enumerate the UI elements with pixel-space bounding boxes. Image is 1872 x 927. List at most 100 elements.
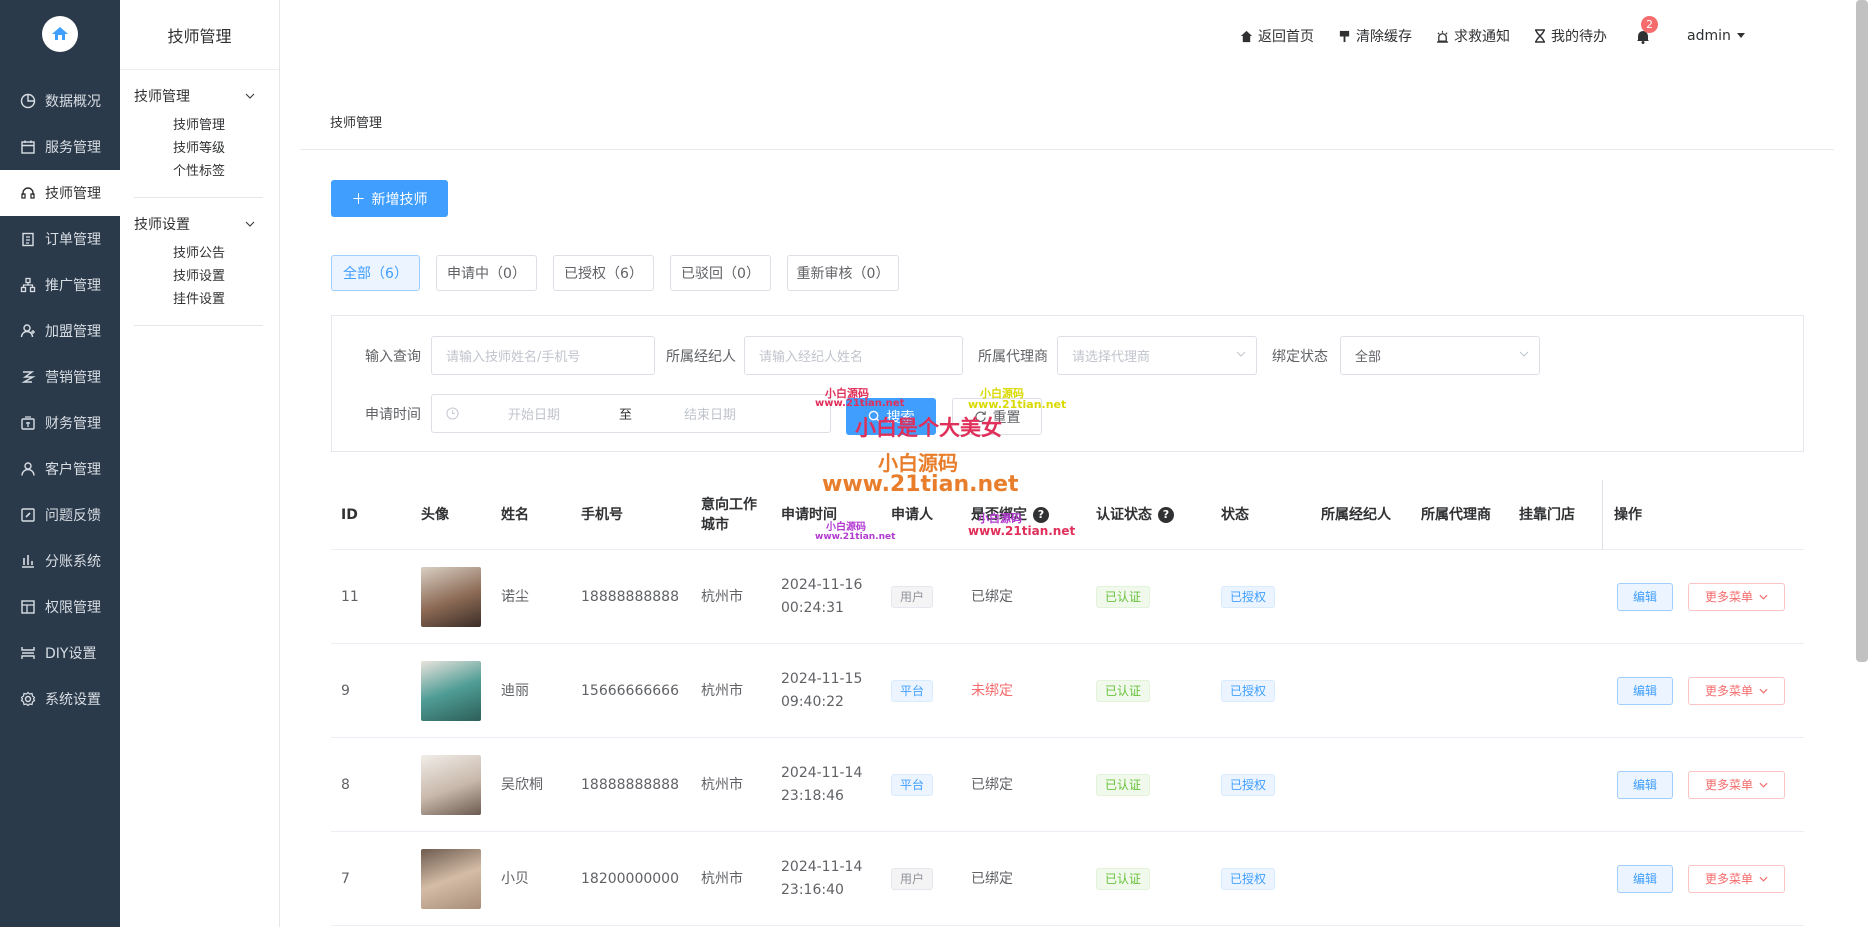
cell-status: 已授权 bbox=[1221, 738, 1276, 832]
table-row: 8 吴欣桐 18888888888 杭州市 2024-11-14 23:18:46 平台 已绑… bbox=[331, 738, 1804, 832]
cert-tag: 已认证 bbox=[1096, 586, 1151, 608]
sidebar-item-5[interactable]: 加盟管理 bbox=[0, 308, 120, 354]
more-menu-button[interactable]: 更多菜单 bbox=[1688, 677, 1785, 705]
th-agent: 所属代理商 bbox=[1421, 507, 1491, 523]
avatar[interactable] bbox=[421, 755, 481, 815]
avatar[interactable] bbox=[421, 567, 481, 627]
scrollbar[interactable] bbox=[1856, 0, 1868, 662]
sos-label: 求救通知 bbox=[1454, 29, 1510, 45]
sidebar-item-3[interactable]: 订单管理 bbox=[0, 216, 120, 262]
user-icon bbox=[21, 462, 35, 476]
agent-select[interactable]: 请选择代理商 bbox=[1057, 336, 1257, 375]
status-tab[interactable]: 全部（6） bbox=[331, 255, 420, 291]
cell-avatar bbox=[421, 550, 481, 644]
submenu-title: 技师管理 bbox=[120, 0, 279, 70]
broker-input[interactable]: 请输入经纪人姓名 bbox=[744, 336, 963, 375]
help-icon[interactable]: ? bbox=[1158, 507, 1174, 523]
date-range-input[interactable]: 开始日期 至 结束日期 bbox=[431, 394, 831, 433]
topbar: 返回首页 清除缓存 求救通知 我的待办 2 admin bbox=[1240, 16, 1746, 50]
broker-placeholder: 请输入经纪人姓名 bbox=[759, 350, 864, 365]
edit-button[interactable]: 编辑 bbox=[1617, 865, 1673, 893]
share-icon bbox=[20, 277, 36, 293]
submenu-item[interactable]: 个性标签 bbox=[120, 160, 279, 183]
submenu-item[interactable]: 技师等级 bbox=[120, 137, 279, 160]
submenu-item[interactable]: 技师管理 bbox=[120, 114, 279, 137]
th-cert: 认证状态? bbox=[1096, 480, 1174, 550]
th-id: ID bbox=[341, 507, 358, 523]
cell-time: 2024-11-14 23:16:40 bbox=[781, 832, 862, 926]
sos-link[interactable]: 求救通知 bbox=[1436, 26, 1510, 46]
alarm-icon bbox=[1436, 30, 1449, 43]
clear-cache-link[interactable]: 清除缓存 bbox=[1338, 26, 1412, 46]
query-input[interactable]: 请输入技师姓名/手机号 bbox=[431, 336, 655, 375]
sidebar-item-12[interactable]: DIY设置 bbox=[0, 630, 120, 676]
sidebar-item-label: 问题反馈 bbox=[45, 508, 101, 524]
sidebar-item-1[interactable]: 服务管理 bbox=[0, 124, 120, 170]
cell-applicant: 用户 bbox=[891, 832, 934, 926]
status-tab[interactable]: 重新审核（0） bbox=[787, 255, 899, 291]
date-label: 申请时间 bbox=[365, 407, 421, 423]
todo-link[interactable]: 我的待办 bbox=[1534, 26, 1607, 46]
more-menu-button[interactable]: 更多菜单 bbox=[1688, 771, 1785, 799]
status-tab[interactable]: 已授权（6） bbox=[553, 255, 654, 291]
help-icon[interactable]: ? bbox=[1033, 507, 1049, 523]
cell-id: 7 bbox=[341, 870, 350, 887]
status-tab[interactable]: 已驳回（0） bbox=[670, 255, 771, 291]
chevron-down-icon bbox=[1759, 876, 1768, 882]
grid-icon bbox=[21, 600, 35, 614]
clear-cache-label: 清除缓存 bbox=[1356, 29, 1412, 45]
cell-city: 杭州市 bbox=[701, 776, 743, 793]
submenu-group-label: 技师设置 bbox=[134, 217, 190, 233]
cell-avatar bbox=[421, 738, 481, 832]
more-menu-button[interactable]: 更多菜单 bbox=[1688, 865, 1785, 893]
th-name: 姓名 bbox=[501, 507, 529, 523]
add-technician-button[interactable]: ＋ 新增技师 bbox=[331, 180, 448, 217]
sidebar-item-10[interactable]: 分账系统 bbox=[0, 538, 120, 584]
sidebar-item-8[interactable]: 客户管理 bbox=[0, 446, 120, 492]
bind-select[interactable]: 全部 bbox=[1340, 336, 1540, 375]
th-ops: 操作 bbox=[1614, 507, 1642, 523]
sidebar-item-4[interactable]: 推广管理 bbox=[0, 262, 120, 308]
avatar[interactable] bbox=[421, 849, 481, 909]
status-tab[interactable]: 申请中（0） bbox=[436, 255, 537, 291]
sidebar-item-11[interactable]: 权限管理 bbox=[0, 584, 120, 630]
calendar-icon bbox=[21, 140, 35, 154]
submenu-item[interactable]: 技师公告 bbox=[120, 242, 279, 265]
technician-table: ID 头像 姓名 手机号 意向工作城市 申请时间 申请人 是否绑定? 认证状态?… bbox=[331, 480, 1804, 926]
more-menu-button[interactable]: 更多菜单 bbox=[1688, 583, 1785, 611]
sidebar-item-6[interactable]: 营销管理 bbox=[0, 354, 120, 400]
caret-down-icon bbox=[1736, 33, 1745, 38]
filter-panel: 输入查询 请输入技师姓名/手机号 所属经纪人 请输入经纪人姓名 所属代理商 请选… bbox=[331, 315, 1804, 452]
edit-button[interactable]: 编辑 bbox=[1617, 677, 1673, 705]
cell-status: 已授权 bbox=[1221, 550, 1276, 644]
fixed-column-divider bbox=[1602, 480, 1603, 550]
avatar[interactable] bbox=[421, 661, 481, 721]
cell-city: 杭州市 bbox=[701, 588, 743, 605]
sidebar-item-9[interactable]: 问题反馈 bbox=[0, 492, 120, 538]
submenu-group-header[interactable]: 技师管理 bbox=[120, 84, 279, 108]
home-link[interactable]: 返回首页 bbox=[1240, 26, 1314, 46]
cell-ops: 编辑 bbox=[1617, 644, 1673, 738]
agent-label: 所属代理商 bbox=[978, 349, 1048, 365]
submenu-group-header[interactable]: 技师设置 bbox=[120, 212, 279, 236]
edit-button[interactable]: 编辑 bbox=[1617, 583, 1673, 611]
sidebar-item-2[interactable]: 技师管理 bbox=[0, 170, 120, 216]
sidebar-item-13[interactable]: 系统设置 bbox=[0, 676, 120, 722]
sidebar-item-0[interactable]: 数据概况 bbox=[0, 78, 120, 124]
cell-applicant: 平台 bbox=[891, 644, 934, 738]
cert-tag: 已认证 bbox=[1096, 774, 1151, 796]
logo[interactable] bbox=[42, 16, 78, 52]
cell-bound: 已绑定 bbox=[971, 776, 1013, 793]
more-menu-label: 更多菜单 bbox=[1704, 683, 1753, 698]
submenu-item[interactable]: 技师设置 bbox=[120, 265, 279, 288]
user-menu[interactable]: admin bbox=[1687, 28, 1746, 44]
cell-phone: 18200000000 bbox=[581, 870, 679, 887]
watermark-text: www.21tian.net bbox=[815, 398, 905, 409]
status-tabs: 全部（6） 申请中（0） 已授权（6） 已驳回（0） 重新审核（0） bbox=[331, 255, 899, 291]
sidebar-item-7[interactable]: 财务管理 bbox=[0, 400, 120, 446]
chevron-down-icon bbox=[1519, 351, 1529, 357]
query-placeholder: 请输入技师姓名/手机号 bbox=[446, 350, 581, 365]
submenu-item[interactable]: 挂件设置 bbox=[120, 288, 279, 311]
notification-bell[interactable]: 2 bbox=[1631, 16, 1658, 48]
edit-button[interactable]: 编辑 bbox=[1617, 771, 1673, 799]
